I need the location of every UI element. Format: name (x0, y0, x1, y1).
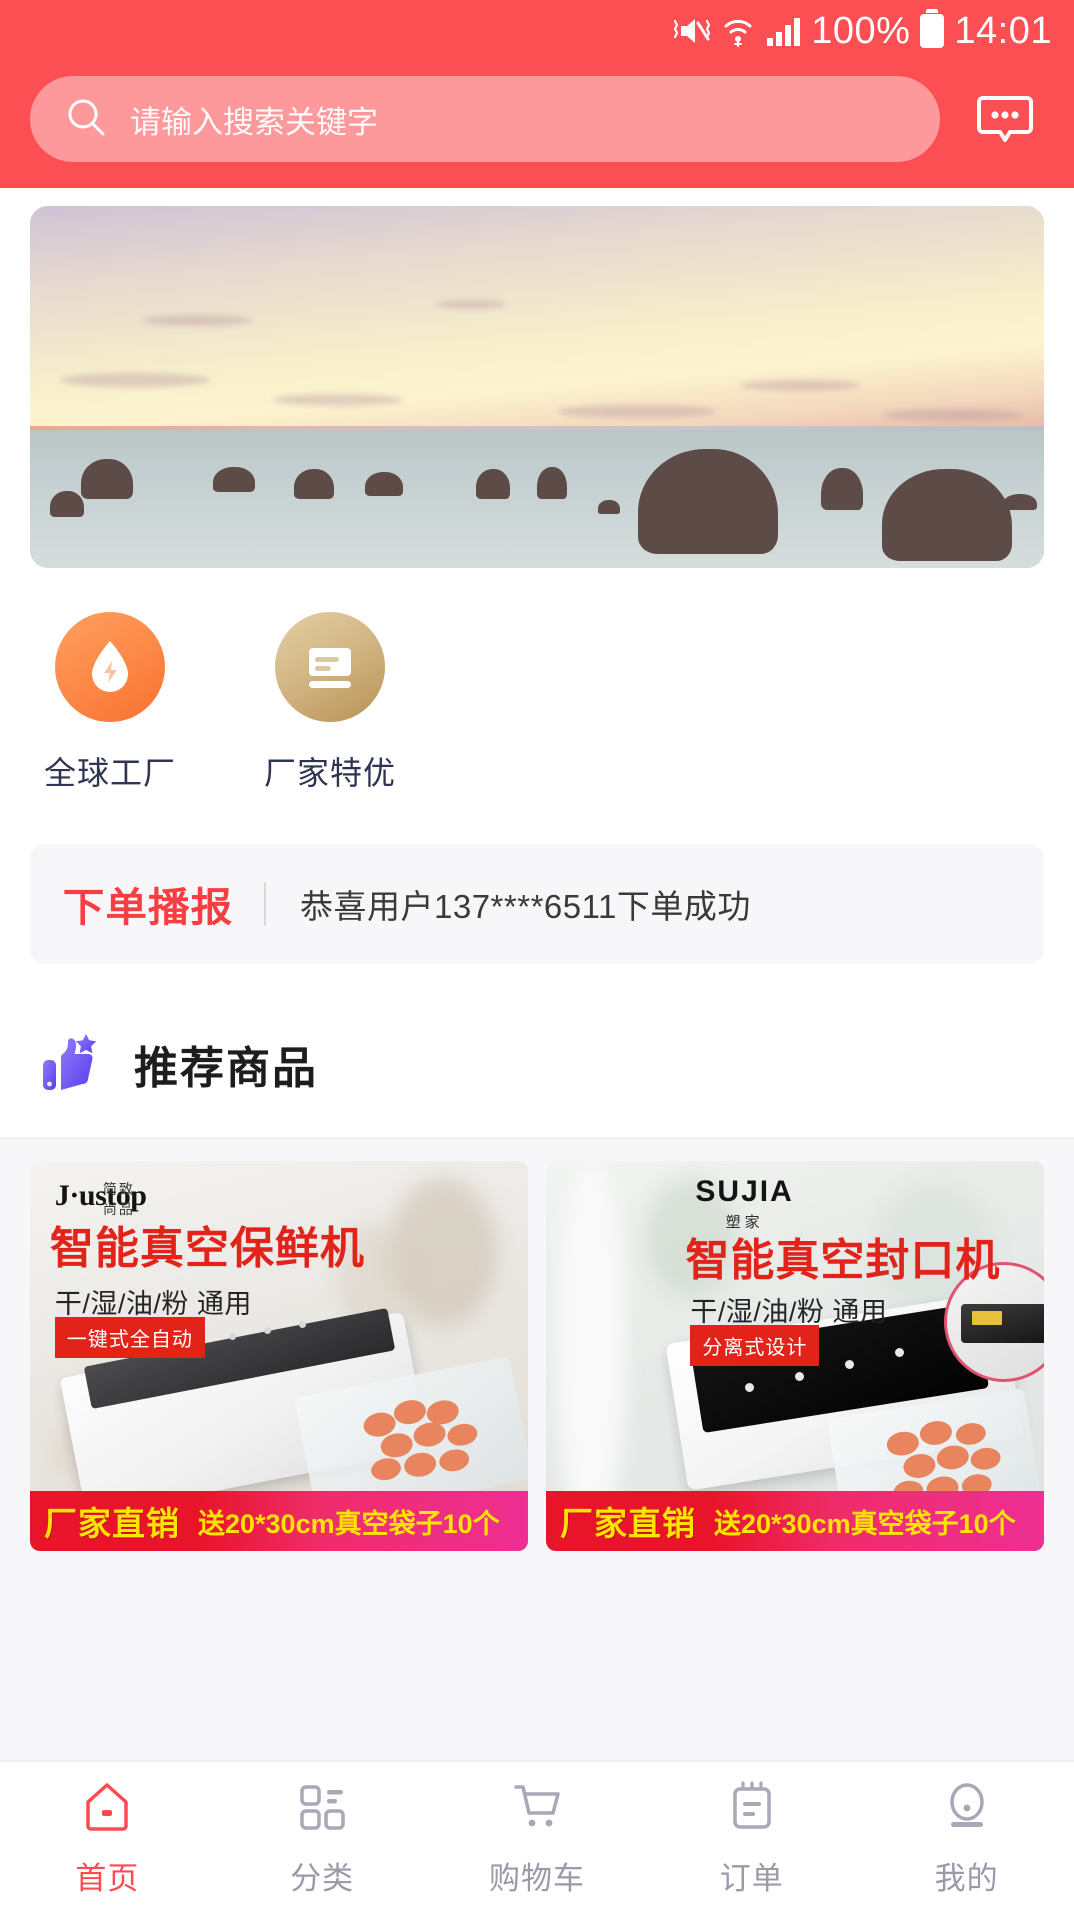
app-root: 100% 14:01 请输入搜索关键字 全球工厂 厂家特优 下单播报 恭喜用户1… (0, 0, 1074, 1914)
chat-bubble-icon[interactable] (966, 80, 1044, 158)
clock: 14:01 (954, 10, 1052, 52)
water-drop-lightning-icon (55, 612, 165, 722)
tab-label: 我的 (934, 1861, 999, 1896)
ribbon-text: 送20*30cm真空袋子10个 (198, 1508, 500, 1539)
bokeh (388, 1176, 499, 1327)
product-brand: 简致尚品 J·ustop (55, 1180, 147, 1217)
person-icon (938, 1778, 996, 1841)
ribbon-text: 送20*30cm真空袋子10个 (714, 1508, 1016, 1539)
id-card-icon (275, 612, 385, 722)
tab-profile[interactable]: 我的 (859, 1778, 1074, 1898)
cloud (739, 379, 860, 391)
category-label: 厂家特优 (263, 755, 396, 791)
product-brand: SUJIA 塑家 (695, 1174, 794, 1232)
tab-label: 购物车 (488, 1861, 585, 1896)
tab-label: 首页 (75, 1861, 140, 1896)
cloud (435, 300, 506, 310)
brand-cn: 简致尚品 (102, 1180, 135, 1217)
brand-cn: 塑家 (725, 1213, 764, 1231)
tab-cart[interactable]: 购物车 (430, 1778, 645, 1898)
product-image: 简致尚品 J·ustop 智能真空保鲜机 干/湿/油/粉 通用 一键式全自动 厂… (30, 1161, 528, 1551)
mute-vibrate-icon (671, 14, 711, 48)
product-card[interactable]: 简致尚品 J·ustop 智能真空保鲜机 干/湿/油/粉 通用 一键式全自动 厂… (30, 1161, 528, 1551)
control-button (795, 1371, 804, 1381)
wifi-icon (721, 14, 755, 48)
broadcast-message: 恭喜用户137****6511下单成功 (300, 888, 751, 925)
promo-ribbon: 厂家直销 送20*30cm真空袋子10个 (30, 1491, 528, 1551)
rock (476, 469, 511, 500)
thumbs-up-star-icon (34, 1024, 108, 1103)
search-icon (64, 95, 108, 144)
tab-orders[interactable]: 订单 (644, 1778, 859, 1898)
promo-ribbon: 厂家直销 送20*30cm真空袋子10个 (546, 1491, 1044, 1551)
rock (537, 467, 567, 500)
rock (212, 466, 255, 492)
cloud (141, 314, 252, 326)
broadcast-tag: 下单播报 (62, 885, 234, 931)
home-icon (78, 1778, 136, 1841)
tab-home[interactable]: 首页 (0, 1778, 215, 1898)
grid-icon (293, 1778, 351, 1841)
category-shortcuts: 全球工厂 厂家特优 (0, 568, 1074, 838)
product-grid: 简致尚品 J·ustop 智能真空保鲜机 干/湿/油/粉 通用 一键式全自动 厂… (0, 1139, 1074, 1551)
recommended-section-header: 推荐商品 (0, 990, 1074, 1139)
cloud (881, 408, 1022, 421)
status-bar: 100% 14:01 (0, 0, 1074, 62)
rock (364, 471, 403, 496)
product-title: 智能真空封口机 (685, 1236, 1001, 1285)
promo-banner[interactable] (30, 206, 1044, 568)
rock (597, 499, 620, 514)
control-button (894, 1348, 904, 1358)
ribbon-tag: 厂家直销 (560, 1505, 696, 1542)
cloud (60, 372, 211, 387)
search-bar[interactable]: 请输入搜索关键字 (30, 76, 940, 162)
page-title: 推荐商品 (134, 1043, 318, 1093)
rock (1003, 494, 1038, 511)
tab-categories[interactable]: 分类 (215, 1778, 430, 1898)
ribbon-tag: 厂家直销 (44, 1505, 180, 1542)
product-subtitle: 干/湿/油/粉 通用 (54, 1288, 252, 1319)
battery-full-icon (920, 9, 945, 48)
banner-section (0, 188, 1074, 568)
category-label: 全球工厂 (43, 755, 176, 791)
rock (50, 491, 85, 518)
cart-icon (508, 1778, 566, 1841)
rock (820, 468, 863, 511)
bottom-navigation: 首页 分类 购物车 订单 我的 (0, 1760, 1074, 1914)
rock (293, 469, 334, 500)
category-item-global-factory[interactable]: 全球工厂 (0, 612, 220, 794)
control-button (298, 1320, 306, 1328)
product-title: 智能真空保鲜机 (49, 1224, 365, 1274)
product-card[interactable]: SUJIA 塑家 智能真空封口机 干/湿/油/粉 通用 分离式设计 厂家直销 送… (546, 1161, 1044, 1551)
divider (264, 882, 266, 926)
control-button (844, 1359, 854, 1369)
control-button (264, 1326, 272, 1334)
brand-name: SUJIA (695, 1174, 794, 1208)
tab-label: 订单 (719, 1861, 784, 1896)
rock (80, 459, 133, 500)
product-badge: 一键式全自动 (54, 1317, 205, 1358)
search-input[interactable]: 请输入搜索关键字 (130, 97, 378, 142)
clipboard-icon (723, 1778, 781, 1841)
product-image: SUJIA 塑家 智能真空封口机 干/湿/油/粉 通用 分离式设计 厂家直销 送… (546, 1161, 1044, 1551)
control-button (229, 1332, 237, 1340)
cellular-signal-icon (765, 15, 801, 47)
category-item-factory-special[interactable]: 厂家特优 (220, 612, 440, 794)
product-badge: 分离式设计 (690, 1324, 820, 1366)
app-header: 请输入搜索关键字 (0, 62, 1074, 188)
tab-label: 分类 (290, 1861, 355, 1896)
broadcast-section: 下单播报 恭喜用户137****6511下单成功 (0, 838, 1074, 990)
order-broadcast[interactable]: 下单播报 恭喜用户137****6511下单成功 (30, 844, 1044, 964)
product-subtitle: 干/湿/油/粉 通用 (690, 1296, 888, 1327)
battery-percent: 100% (811, 10, 911, 52)
